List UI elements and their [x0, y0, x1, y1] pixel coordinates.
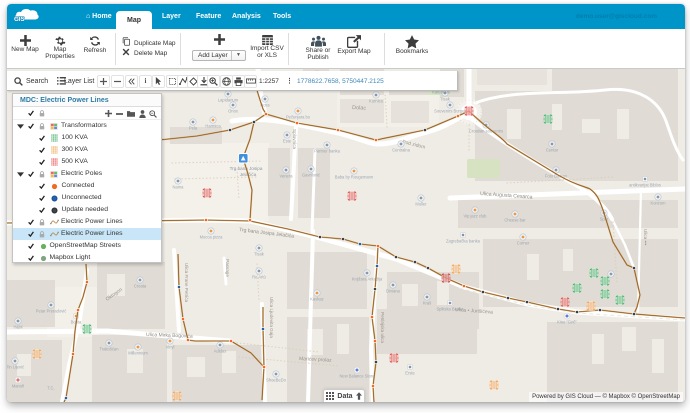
svg-text:Gavrilović: Gavrilović: [302, 173, 320, 178]
svg-text:antikvarijat Biblos: antikvarijat Biblos: [629, 183, 661, 188]
svg-text:Lapidarium: Lapidarium: [218, 98, 239, 103]
svg-text:Baba by Rougemann: Baba by Rougemann: [335, 175, 374, 180]
svg-text:Erste: Erste: [405, 371, 415, 376]
svg-text:Kurnica: Kurnica: [369, 99, 384, 104]
svg-text:Petar Preradović: Petar Preradović: [36, 309, 67, 314]
svg-text:Kavkaz: Kavkaz: [310, 297, 323, 302]
svg-text:Harmica: Harmica: [205, 124, 221, 129]
svg-text:Petrinjska ulica: Petrinjska ulica: [380, 312, 385, 343]
svg-text:Partner banka: Partner banka: [314, 149, 340, 154]
svg-text:Splovnica: Splovnica: [292, 129, 297, 149]
svg-text:New Balance Store: New Balance Store: [339, 374, 375, 379]
svg-text:Knjižara Arkadija: Knjižara Arkadija: [352, 277, 383, 282]
svg-text:Cheese bar: Cheese bar: [504, 218, 526, 223]
svg-text:Centralna: Centralna: [392, 148, 410, 153]
svg-text:Diviana: Diviana: [386, 289, 400, 294]
svg-text:Oriox: Oriox: [228, 109, 238, 114]
svg-text:Corner: Corner: [517, 241, 530, 246]
svg-text:H&M: H&M: [13, 325, 23, 330]
svg-text:Ulica Frane Petrića: Ulica Frane Petrića: [184, 263, 189, 303]
svg-text:Croatian souvenirs: Croatian souvenirs: [469, 129, 503, 134]
svg-text:Este: Este: [283, 139, 292, 144]
svg-text:Ulica Ljudevita Gaja: Ulica Ljudevita Gaja: [269, 297, 274, 338]
svg-text:Pela: Pela: [189, 126, 198, 131]
svg-text:Tisak: Tisak: [440, 97, 451, 102]
svg-text:Croata: Croata: [134, 284, 147, 289]
svg-text:Vinyl: Vinyl: [166, 345, 175, 350]
svg-text:Tin Ujević: Tin Ujević: [7, 365, 24, 370]
svg-text:Konzum: Konzum: [650, 201, 666, 206]
svg-text:Ulica •••: Ulica •••: [643, 229, 648, 246]
svg-text:Adidas: Adidas: [214, 349, 227, 354]
svg-text:Manofi: Manofi: [12, 384, 24, 389]
svg-text:Trakošćan: Trakošćan: [100, 347, 120, 352]
svg-text:Tisak: Tisak: [254, 252, 265, 257]
svg-text:Venera: Venera: [280, 174, 294, 179]
svg-text:GIS: GIS: [14, 16, 25, 23]
svg-text:Millennium: Millennium: [128, 351, 148, 356]
svg-text:Nama: Nama: [173, 185, 185, 190]
svg-text:ShoeBeDo: ShoeBeDo: [266, 378, 287, 383]
svg-text:Vip jazz club: Vip jazz club: [464, 214, 488, 219]
svg-text:Spar: Spar: [600, 217, 609, 222]
svg-text:Dolac: Dolac: [352, 105, 367, 112]
svg-text:Passage: Passage: [225, 259, 230, 277]
svg-text:Pečenjara bo: Pečenjara bo: [286, 115, 311, 120]
svg-text:Re Artù: Re Artù: [252, 275, 266, 280]
svg-text:Muller: Muller: [415, 202, 427, 207]
svg-text:Kraš: Kraš: [423, 301, 431, 306]
svg-text:Kino "Grič": Kino "Grič": [557, 320, 577, 325]
svg-text:Zagrebačka banka: Zagrebačka banka: [446, 239, 481, 244]
svg-text:Centar: Centar: [546, 148, 559, 153]
svg-text:Mocca pizza: Mocca pizza: [200, 235, 223, 240]
svg-text:Splitska Banka: Splitska Banka: [436, 307, 464, 312]
svg-text:T.C.: T.C.: [47, 386, 54, 391]
svg-text:Souvenirs Burger: Souvenirs Burger: [434, 109, 466, 114]
